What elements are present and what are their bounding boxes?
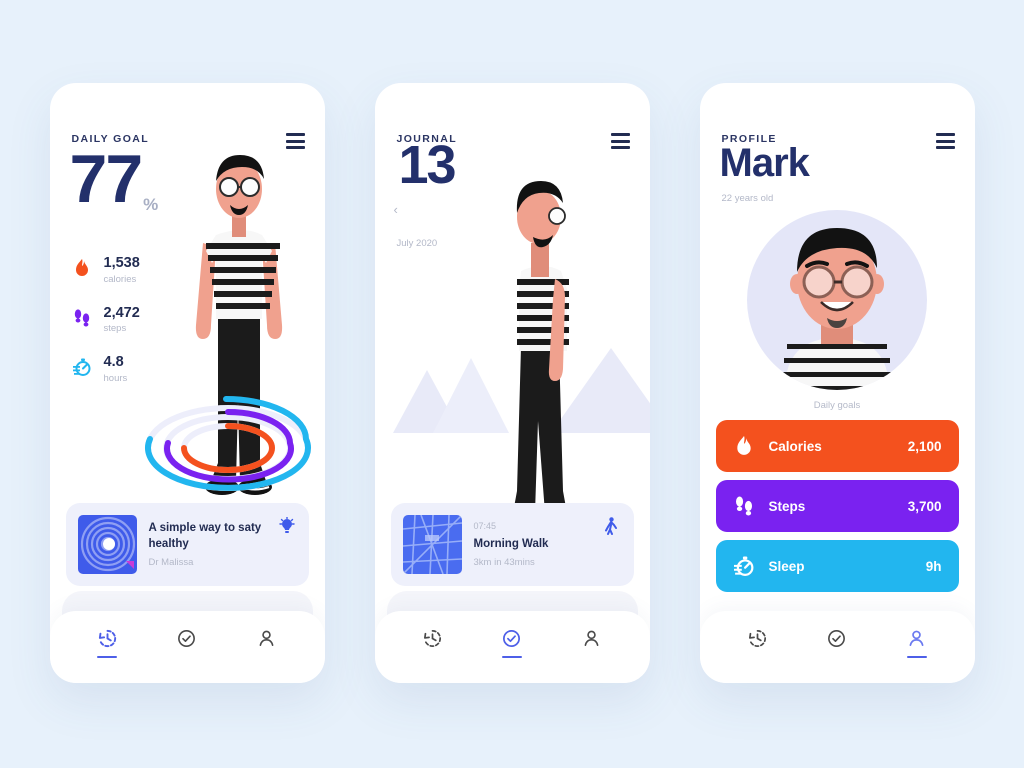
activity-detail: 3km in 43mins bbox=[473, 557, 535, 569]
stopwatch-icon bbox=[733, 556, 755, 576]
footsteps-icon bbox=[72, 305, 92, 331]
stat-value: 1,538 bbox=[103, 255, 140, 271]
history-clock-icon bbox=[423, 629, 441, 647]
check-circle-icon bbox=[828, 629, 846, 647]
nav-item-checkin[interactable] bbox=[826, 628, 847, 659]
lightbulb-icon[interactable] bbox=[278, 516, 297, 540]
journal-day-number: 13 bbox=[398, 135, 457, 195]
activity-text: 07:45 Morning Walk 3km in 43mins bbox=[474, 521, 592, 568]
activity-card[interactable]: 07:45 Morning Walk 3km in 43mins bbox=[390, 503, 634, 586]
goal-value: 9h bbox=[925, 558, 942, 574]
goal-value: 3,700 bbox=[907, 498, 942, 514]
phone-screen-profile: PROFILE Mark 22 years old Daily goals Ca… bbox=[699, 83, 975, 683]
nav-active-indicator bbox=[747, 656, 767, 659]
daily-goal-percent: 77% bbox=[70, 145, 159, 214]
phone-screen-daily-goal: DAILY GOAL 77% 1,538 calories 2,472 step… bbox=[49, 83, 325, 683]
activity-rings-chart bbox=[144, 396, 311, 491]
daily-goals-label: Daily goals bbox=[813, 400, 861, 411]
flame-icon bbox=[72, 255, 92, 281]
percent-value: 77 bbox=[69, 141, 144, 217]
goal-label: Steps bbox=[768, 498, 806, 514]
stat-item-steps: 2,472 steps bbox=[72, 304, 140, 335]
person-icon bbox=[584, 630, 599, 646]
journal-month-label: July 2020 bbox=[396, 238, 438, 249]
check-circle-icon bbox=[178, 629, 196, 647]
stopwatch-icon bbox=[72, 354, 92, 380]
nav-active-indicator bbox=[257, 656, 277, 659]
goal-row-sleep[interactable]: Sleep 9h bbox=[715, 540, 959, 592]
nav-item-history[interactable] bbox=[422, 628, 443, 659]
nav-active-indicator bbox=[422, 656, 442, 659]
goal-label: Sleep bbox=[768, 558, 805, 574]
phone-screen-journal: JOURNAL 13 ‹ July 2020 07:45 Morning Wal… bbox=[374, 83, 650, 683]
nav-item-profile[interactable] bbox=[256, 628, 277, 659]
bottom-navigation-bar-1 bbox=[49, 611, 325, 683]
app-mockup-stage: DAILY GOAL 77% 1,538 calories 2,472 step… bbox=[0, 0, 1024, 768]
person-icon bbox=[909, 630, 924, 646]
walking-person-icon[interactable] bbox=[604, 517, 622, 540]
goal-value: 2,100 bbox=[907, 438, 942, 454]
percent-symbol: % bbox=[143, 195, 158, 214]
person-icon bbox=[259, 630, 274, 646]
nav-item-profile[interactable] bbox=[581, 628, 602, 659]
hamburger-menu-icon[interactable] bbox=[935, 133, 955, 149]
avatar[interactable] bbox=[747, 210, 927, 390]
goal-label: Calories bbox=[768, 438, 822, 454]
activity-time: 07:45 bbox=[473, 520, 497, 531]
stat-item-calories: 1,538 calories bbox=[72, 255, 140, 285]
stat-label: hours bbox=[103, 373, 128, 385]
flame-icon bbox=[733, 436, 755, 456]
nav-active-indicator bbox=[906, 655, 927, 659]
daily-goals-list: Calories 2,100 Steps 3,700 Sleep 9h bbox=[715, 420, 959, 592]
hamburger-menu-icon[interactable] bbox=[610, 133, 630, 149]
history-clock-icon bbox=[98, 629, 116, 647]
check-circle-icon bbox=[503, 629, 521, 647]
bottom-navigation-bar-3 bbox=[699, 611, 975, 683]
goal-row-steps[interactable]: Steps 3,700 bbox=[715, 480, 959, 532]
article-text: A simple way to saty healthy Dr Malissa bbox=[149, 521, 267, 567]
nav-active-indicator bbox=[501, 655, 522, 659]
goal-row-calories[interactable]: Calories 2,100 bbox=[715, 420, 959, 472]
article-author: Dr Malissa bbox=[148, 556, 194, 568]
nav-active-indicator bbox=[582, 656, 602, 659]
nav-active-indicator bbox=[97, 655, 118, 659]
nav-item-profile[interactable] bbox=[906, 628, 927, 659]
stat-item-hours: 4.8 hours bbox=[72, 354, 140, 384]
history-clock-icon bbox=[748, 629, 766, 647]
nav-item-checkin[interactable] bbox=[176, 628, 197, 659]
profile-name: Mark bbox=[719, 141, 810, 185]
nav-active-indicator bbox=[177, 656, 197, 659]
nav-active-indicator bbox=[827, 656, 847, 659]
nav-item-history[interactable] bbox=[97, 628, 118, 659]
article-title: A simple way to saty healthy bbox=[148, 522, 262, 550]
bottom-navigation-bar-2 bbox=[374, 611, 650, 683]
footsteps-icon bbox=[733, 496, 755, 516]
stat-value: 2,472 bbox=[103, 304, 140, 321]
character-illustration-side bbox=[505, 181, 575, 527]
chevron-left-icon[interactable]: ‹ bbox=[394, 202, 398, 217]
map-thumbnail bbox=[402, 515, 462, 574]
stat-value: 4.8 bbox=[103, 354, 124, 371]
nav-item-checkin[interactable] bbox=[501, 628, 522, 659]
article-card[interactable]: A simple way to saty healthy Dr Malissa bbox=[65, 503, 309, 586]
activity-title: Morning Walk bbox=[473, 537, 549, 550]
stat-label: calories bbox=[103, 273, 137, 285]
nav-item-history[interactable] bbox=[747, 628, 768, 659]
ripple-artwork-thumbnail bbox=[77, 515, 137, 574]
stats-list: 1,538 calories 2,472 steps 4.8 hours bbox=[72, 255, 140, 384]
stat-label: steps bbox=[103, 323, 127, 335]
profile-age: 22 years old bbox=[721, 193, 774, 204]
